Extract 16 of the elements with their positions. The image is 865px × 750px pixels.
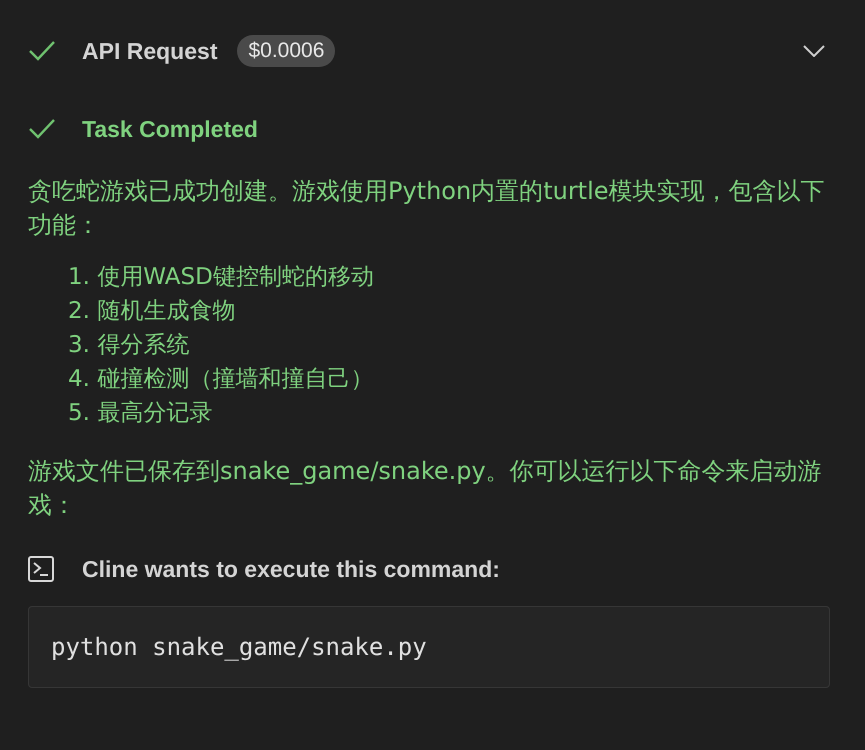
feature-item: 1. 使用WASD键控制蛇的移动 [68,263,375,292]
feature-item: 5. 最高分记录 [68,399,214,428]
check-icon [28,117,56,141]
cost-badge: $0.0006 [237,35,336,67]
feature-item: 4. 碰撞检测（撞墙和撞自己） [68,365,374,394]
check-icon [28,39,56,63]
feature-item: 2. 随机生成食物 [68,297,236,326]
api-request-title: API Request [82,38,218,64]
command-title: Cline wants to execute this command: [82,556,500,582]
chevron-down-icon[interactable] [803,45,825,57]
feature-item: 3. 得分系统 [68,331,190,360]
message-text: 游戏文件已保存到snake_game/snake.py。你可以运行以下命令来启动游戏： [28,456,823,521]
message-text: 贪吃蛇游戏已成功创建。游戏使用Python内置的turtle模块实现，包含以下功能： [28,176,826,241]
terminal-icon [28,556,54,582]
task-completed-title: Task Completed [82,116,258,142]
command-text: python snake_game/snake.py [51,633,427,661]
